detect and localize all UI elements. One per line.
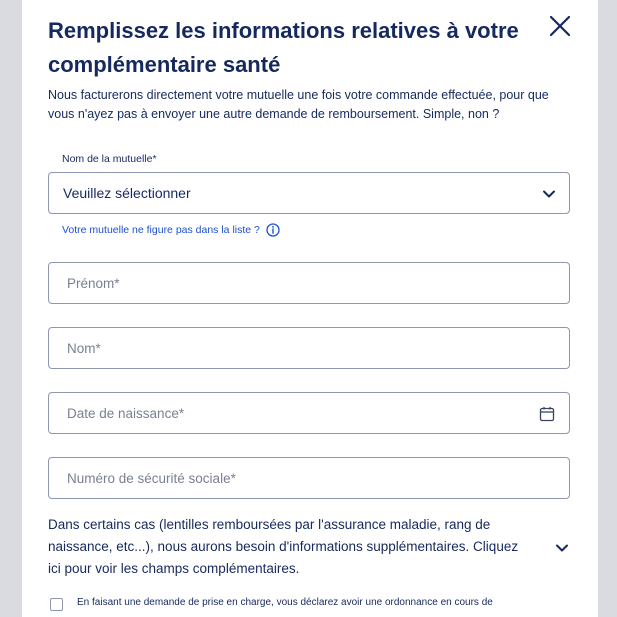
chevron-down-icon: [543, 190, 555, 198]
date-naissance-placeholder: Date de naissance*: [67, 406, 185, 421]
close-icon[interactable]: [546, 12, 574, 40]
modal-title: Remplissez les informations relatives à …: [48, 18, 519, 77]
secu-placeholder: Numéro de sécurité sociale*: [67, 471, 236, 486]
nom-field[interactable]: Nom*: [48, 327, 570, 369]
mutuelle-not-listed-text: Votre mutuelle ne figure pas dans la lis…: [62, 224, 260, 236]
mutuelle-not-listed-link[interactable]: Votre mutuelle ne figure pas dans la lis…: [62, 223, 280, 237]
secu-field[interactable]: Numéro de sécurité sociale*: [48, 457, 570, 499]
prenom-field[interactable]: Prénom*: [48, 262, 570, 304]
chevron-down-icon[interactable]: [554, 540, 570, 556]
modal-subtitle: Nous facturerons directement votre mutue…: [48, 88, 549, 121]
prenom-placeholder: Prénom*: [67, 276, 120, 291]
nom-placeholder: Nom*: [67, 341, 101, 356]
calendar-icon[interactable]: [539, 406, 555, 422]
consent-checkbox[interactable]: [50, 598, 63, 611]
mutuelle-modal: Remplissez les informations relatives à …: [22, 0, 598, 617]
consent-text: En faisant une demande de prise en charg…: [77, 597, 493, 608]
extra-info-text[interactable]: Dans certains cas (lentilles remboursées…: [48, 514, 528, 580]
info-icon[interactable]: [266, 223, 280, 237]
date-naissance-field[interactable]: Date de naissance*: [48, 392, 570, 434]
mutuelle-select[interactable]: Veuillez sélectionner: [48, 172, 570, 214]
mutuelle-label: Nom de la mutuelle*: [62, 153, 157, 165]
mutuelle-select-value: Veuillez sélectionner: [63, 185, 191, 201]
